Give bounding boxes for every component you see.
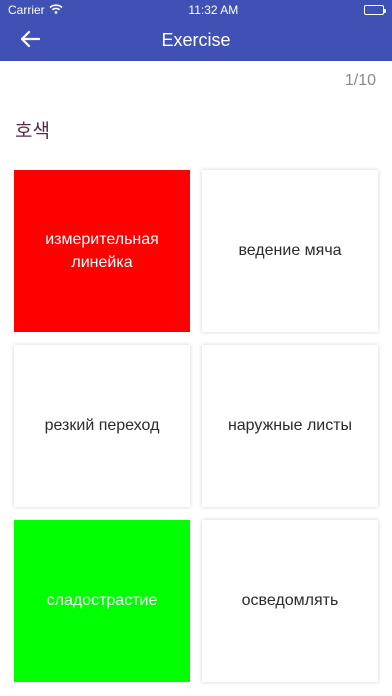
wifi-icon [49,3,63,17]
status-time: 11:32 AM [188,3,239,17]
answer-option-2[interactable]: ведение мяча [202,170,378,332]
nav-bar: Exercise [0,20,392,61]
progress-counter: 1/10 [344,72,376,89]
status-right [363,5,386,15]
status-bar: Carrier 11:32 AM [0,0,392,20]
arrow-left-icon [20,30,41,53]
answer-option-1[interactable]: измерительная линейка [14,170,190,332]
answer-option-4[interactable]: наружные листы [202,345,378,507]
back-button[interactable] [14,28,46,54]
answer-option-5[interactable]: сладострастие [14,520,190,682]
answer-option-6[interactable]: осведомлять [202,520,378,682]
question-word: 호색 [15,120,50,142]
battery-icon [363,5,386,15]
status-left: Carrier [8,3,63,17]
answer-option-3[interactable]: резкий переход [14,345,190,507]
page-title: Exercise [161,30,231,50]
carrier-label: Carrier [8,3,45,17]
